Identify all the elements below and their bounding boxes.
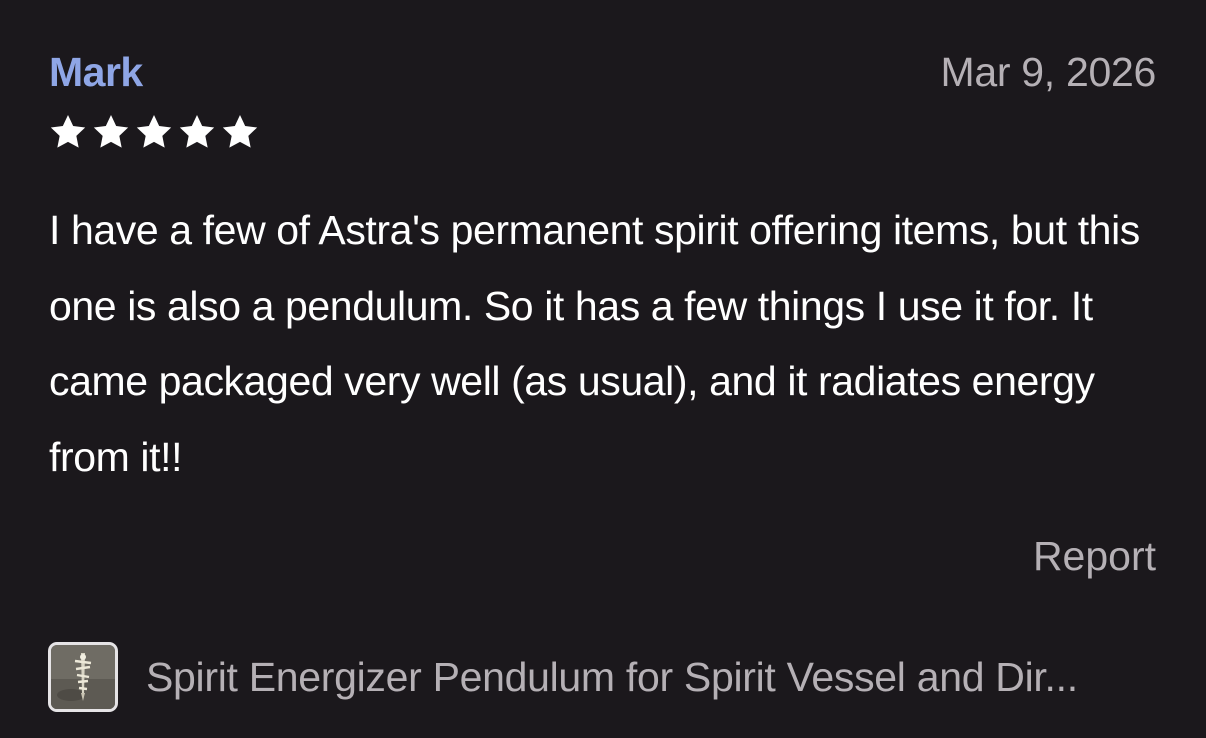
star-icon bbox=[91, 112, 131, 152]
review-date: Mar 9, 2026 bbox=[940, 49, 1157, 95]
star-icon bbox=[177, 112, 217, 152]
star-icon bbox=[134, 112, 174, 152]
product-thumbnail[interactable] bbox=[48, 642, 118, 712]
product-title[interactable]: Spirit Energizer Pendulum for Spirit Ves… bbox=[146, 651, 1136, 703]
review-body: I have a few of Astra's permanent spirit… bbox=[49, 207, 1140, 480]
reviewer-name[interactable]: Mark bbox=[49, 46, 143, 98]
report-button[interactable]: Report bbox=[1033, 530, 1156, 582]
review-card: Mark Mar 9, 2026 I have a few of Astra's… bbox=[0, 0, 1206, 738]
star-icon bbox=[220, 112, 260, 152]
star-icon bbox=[48, 112, 88, 152]
star-rating bbox=[48, 112, 260, 152]
pendulum-product-thumbnail-icon bbox=[51, 645, 115, 709]
product-link[interactable]: Spirit Energizer Pendulum for Spirit Ves… bbox=[48, 640, 1158, 714]
